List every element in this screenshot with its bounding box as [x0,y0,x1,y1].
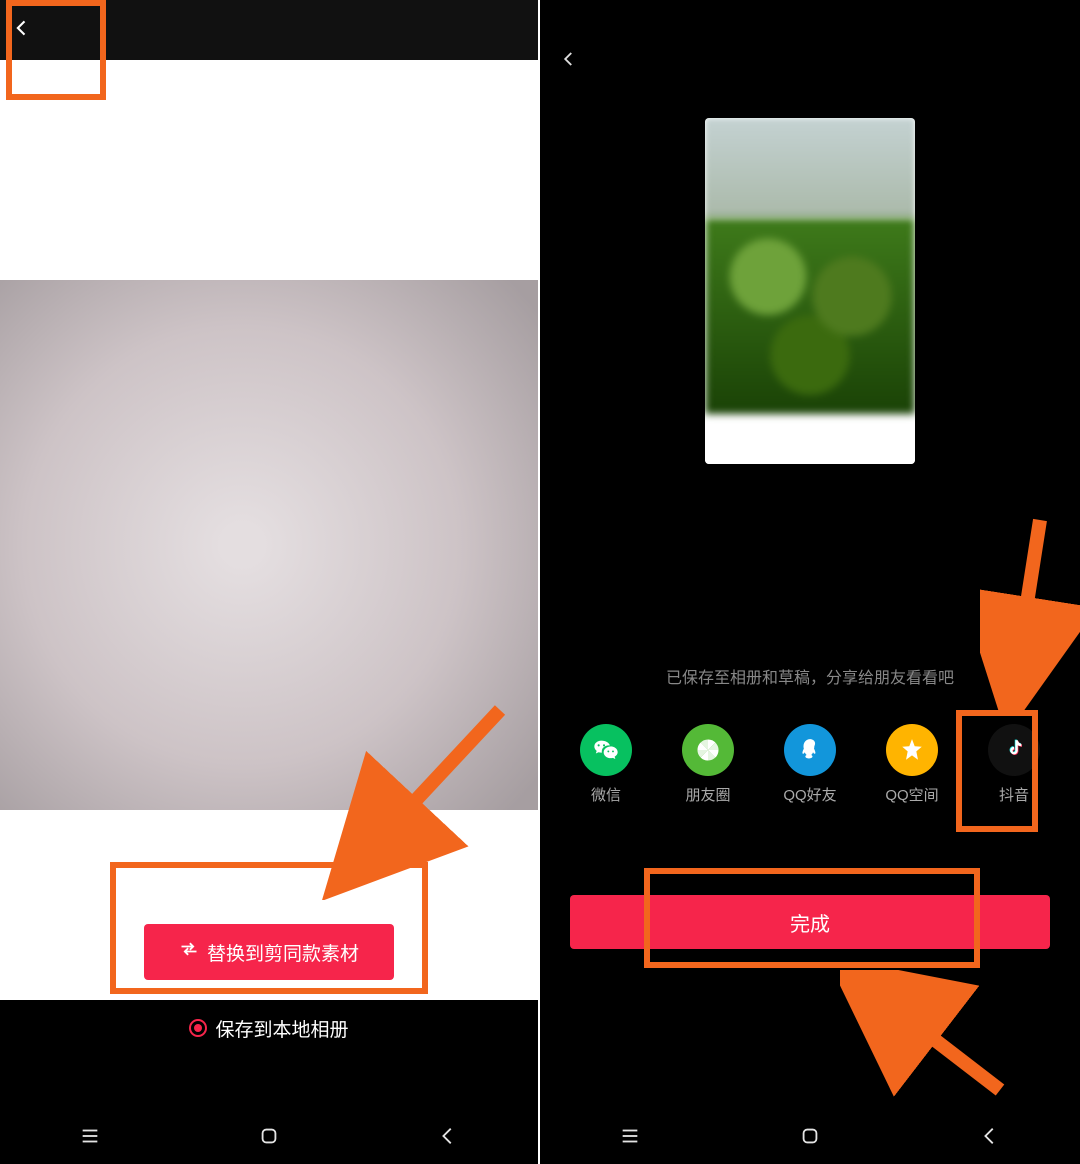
nav-home-icon[interactable] [258,1125,280,1152]
left-screen: 替换到剪同款素材 保存到本地相册 [0,0,540,1164]
save-to-album-button[interactable]: 保存到本地相册 [0,1000,538,1056]
share-moments[interactable]: 朋友圈 [660,724,756,805]
share-wechat-label: 微信 [591,784,621,805]
qzone-icon [886,724,938,776]
share-row: 微信 朋友圈 QQ好友 QQ空间 [540,724,1080,805]
replace-material-button[interactable]: 替换到剪同款素材 [144,924,394,980]
share-qq-label: QQ好友 [783,784,836,805]
douyin-icon [988,724,1040,776]
back-icon[interactable] [12,18,32,43]
left-header [0,0,538,60]
share-qzone[interactable]: QQ空间 [864,724,960,805]
nav-recent-icon[interactable] [619,1125,641,1152]
done-button[interactable]: 完成 [570,895,1050,949]
done-button-label: 完成 [790,908,830,937]
right-header [540,0,1080,98]
left-action-area: 替换到剪同款素材 [0,810,538,1000]
android-nav-bar-right [540,1112,1080,1164]
save-to-album-label: 保存到本地相册 [215,1015,348,1042]
right-thumbnail-wrap [540,118,1080,464]
share-douyin-label: 抖音 [999,784,1029,805]
annotation-arrow-done [840,970,1020,1110]
swap-icon [179,939,199,965]
share-moments-label: 朋友圈 [685,784,730,805]
replace-material-label: 替换到剪同款素材 [207,939,359,966]
right-screen: 已保存至相册和草稿，分享给朋友看看吧 微信 朋友圈 QQ好友 QQ空间 [540,0,1080,1164]
left-video-preview[interactable] [0,280,538,810]
video-thumbnail[interactable] [705,118,915,464]
share-douyin[interactable]: 抖音 [966,724,1062,805]
save-status-text: 已保存至相册和草稿，分享给朋友看看吧 [540,664,1080,688]
nav-back-icon[interactable] [437,1125,459,1152]
left-blank-area [0,60,538,280]
nav-recent-icon[interactable] [79,1125,101,1152]
record-icon [189,1019,207,1037]
moments-icon [682,724,734,776]
back-icon[interactable] [560,55,578,72]
nav-back-icon[interactable] [979,1125,1001,1152]
wechat-icon [580,724,632,776]
android-nav-bar-left [0,1112,538,1164]
share-qq[interactable]: QQ好友 [762,724,858,805]
share-qzone-label: QQ空间 [885,784,938,805]
qq-icon [784,724,836,776]
share-wechat[interactable]: 微信 [558,724,654,805]
nav-home-icon[interactable] [799,1125,821,1152]
